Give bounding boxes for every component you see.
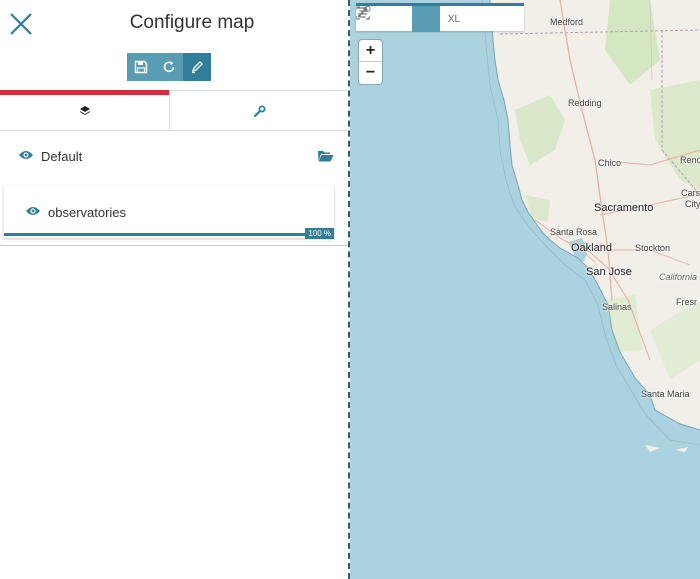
- place-label: Medford: [550, 17, 584, 27]
- place-label: Oakland: [571, 242, 612, 254]
- place-label: Redding: [568, 98, 602, 108]
- place-label: Santa Maria: [641, 389, 690, 399]
- tab-settings[interactable]: [169, 90, 348, 131]
- folder-open-icon[interactable]: [317, 149, 334, 167]
- layer-progress-fill: [4, 233, 334, 236]
- map-basemap: [481, 0, 700, 452]
- eyedropper-icon: [357, 7, 368, 18]
- edit-button[interactable]: [183, 53, 211, 81]
- tab-layers[interactable]: [0, 90, 169, 131]
- refresh-button[interactable]: [155, 53, 183, 81]
- layer-item-observatories[interactable]: observatories 100 %: [4, 186, 334, 239]
- layer-group-default[interactable]: Default: [0, 140, 348, 172]
- configure-map-panel: Configure map Default observatories 100 …: [0, 0, 348, 579]
- panel-divider: [0, 245, 348, 246]
- place-label: Chico: [598, 158, 622, 168]
- zoom-in-button[interactable]: +: [359, 40, 382, 62]
- select-area-button[interactable]: [356, 6, 412, 32]
- layer-name: observatories: [48, 205, 127, 220]
- save-icon: [134, 60, 148, 74]
- config-toolbar: [127, 53, 211, 81]
- eyedropper-button[interactable]: [357, 6, 524, 32]
- place-label: Reno: [680, 155, 700, 165]
- zoom-control: + −: [359, 40, 382, 84]
- wrench-icon: [253, 105, 265, 117]
- xl-button[interactable]: XL: [440, 6, 468, 32]
- map-toolbar: XL: [356, 3, 524, 32]
- place-label: Santa Rosa: [550, 227, 598, 237]
- place-label: Stockton: [635, 243, 671, 253]
- pencil-icon: [191, 61, 203, 74]
- layer-progress-label: 100 %: [305, 228, 334, 239]
- save-button[interactable]: [127, 53, 155, 81]
- map-add-button[interactable]: [357, 6, 440, 32]
- group-name: Default: [41, 149, 83, 164]
- place-label: Fresr: [676, 297, 697, 307]
- zoom-out-button[interactable]: −: [359, 62, 382, 84]
- panel-tabs: [0, 90, 348, 131]
- place-label: City: [685, 199, 700, 209]
- layers-icon: [79, 105, 90, 115]
- panel-title: Configure map: [129, 12, 255, 33]
- place-label: Sacramento: [594, 202, 654, 214]
- refresh-icon: [163, 61, 175, 73]
- map-view[interactable]: Medford Redding Chico Reno Sacramento Ca…: [350, 0, 700, 579]
- eye-icon[interactable]: [25, 204, 41, 222]
- align-button[interactable]: [358, 6, 496, 32]
- eye-icon[interactable]: [18, 148, 34, 166]
- layer-progress-bar: [4, 233, 334, 236]
- place-label: California: [659, 272, 698, 282]
- place-label: San Jose: [586, 266, 632, 278]
- place-label: Carso: [681, 188, 700, 198]
- place-label: Salinas: [602, 302, 632, 312]
